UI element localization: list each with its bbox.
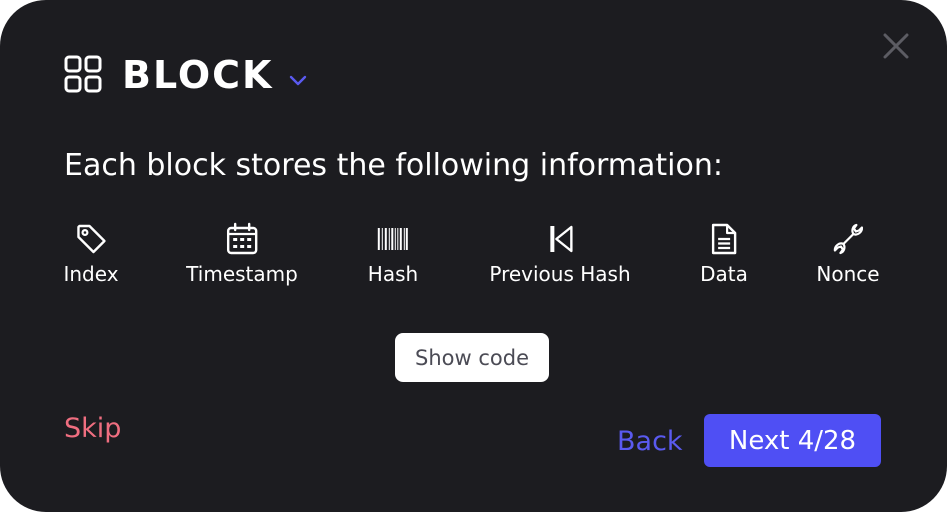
grid-icon xyxy=(64,55,102,93)
calendar-icon xyxy=(226,222,258,255)
feature-hash: Hash xyxy=(368,222,418,286)
tutorial-dialog: BLOCK Each block stores the following in… xyxy=(0,0,947,512)
close-icon[interactable] xyxy=(880,30,912,62)
feature-timestamp: Timestamp xyxy=(186,222,298,286)
skip-link[interactable]: Skip xyxy=(64,410,121,448)
feature-label: Index xyxy=(63,262,119,286)
chevron-down-icon[interactable] xyxy=(287,69,309,91)
next-button[interactable]: Next 4/28 xyxy=(704,414,881,467)
feature-index: Index xyxy=(63,222,119,286)
feature-label: Hash xyxy=(367,262,419,286)
dialog-title: BLOCK xyxy=(122,53,274,97)
dialog-header: BLOCK xyxy=(64,52,309,98)
back-button[interactable]: Back xyxy=(617,423,683,461)
show-code-button[interactable]: Show code xyxy=(395,333,549,382)
feature-previous-hash: Previous Hash xyxy=(489,222,631,286)
tag-icon xyxy=(76,224,106,254)
feature-label: Data xyxy=(700,262,748,286)
feature-label: Nonce xyxy=(816,262,880,286)
document-icon xyxy=(711,223,737,255)
feature-label: Previous Hash xyxy=(489,262,631,286)
intro-text: Each block stores the following informat… xyxy=(64,148,723,183)
barcode-icon xyxy=(377,228,408,250)
wrench-icon xyxy=(833,223,863,255)
feature-data: Data xyxy=(700,222,748,286)
feature-nonce: Nonce xyxy=(816,222,880,286)
feature-label: Timestamp xyxy=(186,262,298,286)
skip-back-icon xyxy=(550,225,573,253)
